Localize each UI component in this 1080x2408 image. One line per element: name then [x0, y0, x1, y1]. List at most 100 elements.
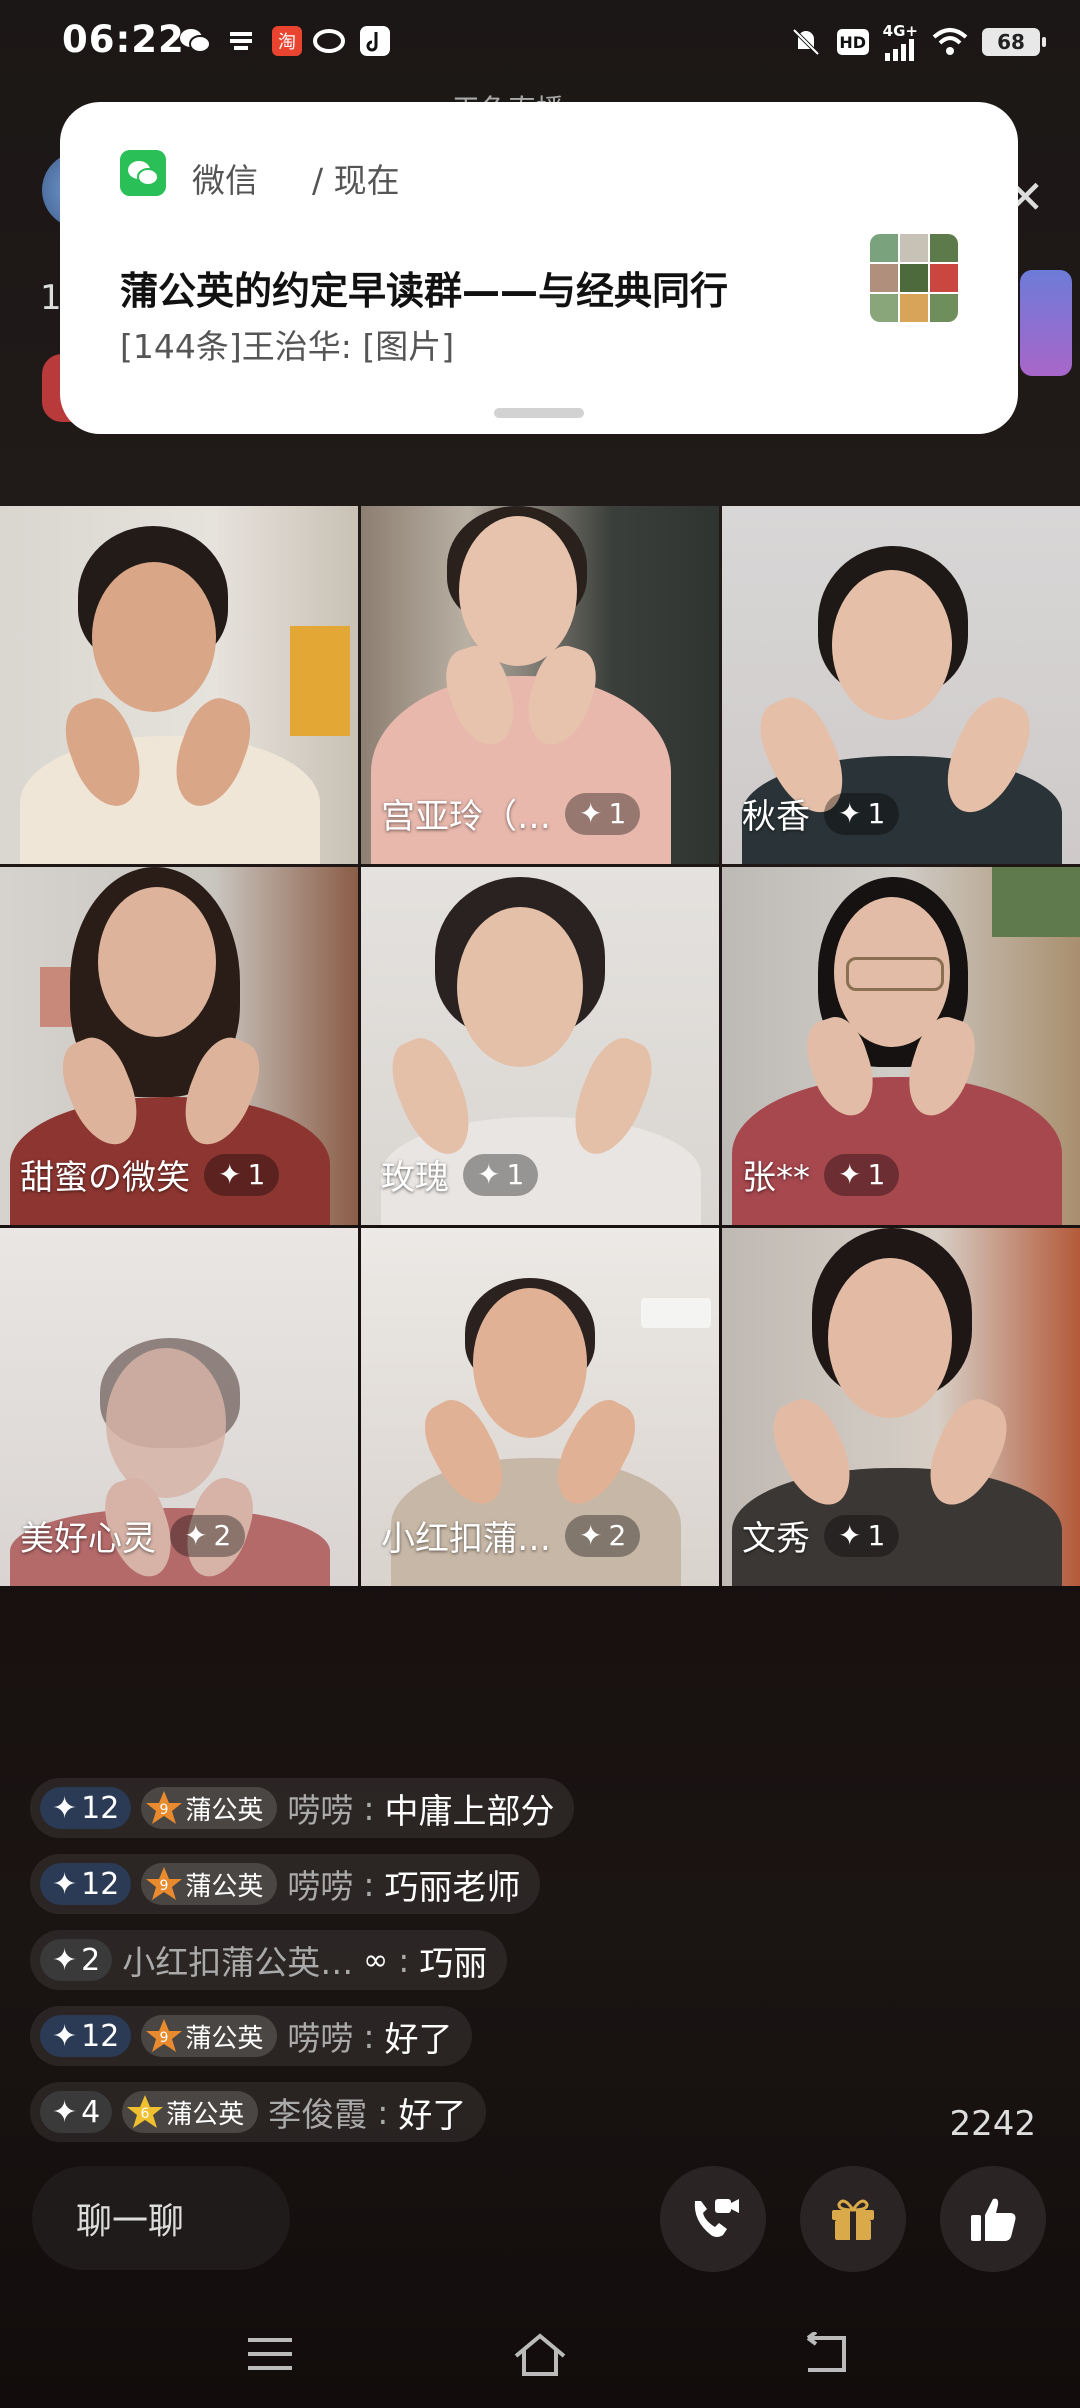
activity-banner[interactable]: [1020, 270, 1072, 376]
video-tile[interactable]: 玫瑰 ✦ 1: [361, 867, 719, 1225]
gift-icon: [832, 2199, 874, 2240]
video-grid: 宫亚玲（… ✦ 1 秋香 ✦ 1 甜蜜の微笑 ✦ 1 玫瑰 ✦ 1 张** ✦ …: [0, 506, 1080, 1586]
wechat-notification[interactable]: 微信 / 现在 蒲公英的约定早读群——与经典同行 [144条]王治华: [图片]: [60, 102, 1018, 434]
menu-icon: [248, 2338, 292, 2370]
chat-text: 巧丽老师: [384, 1867, 521, 1908]
sparkle-icon: ✦: [218, 1158, 242, 1191]
participant-count-badge: ✦ 1: [204, 1153, 280, 1196]
sparkle-icon: ✦: [52, 2094, 78, 2130]
chat-text: 好了: [384, 2019, 453, 2060]
svg-text:6: 6: [141, 2106, 150, 2122]
taobao-status-icon: 淘: [272, 26, 302, 56]
infinity-icon: ∞: [363, 1942, 389, 1978]
video-tile[interactable]: 秋香 ✦ 1: [722, 506, 1080, 864]
fan-star-icon: 9: [146, 1867, 183, 1900]
sparkle-icon: ✦: [52, 1866, 78, 1902]
mute-bell-icon: [792, 28, 820, 56]
air-conditioner: [641, 1298, 711, 1328]
chat-message[interactable]: ✦ 4 6 蒲公英 李俊霞 : 好了: [30, 2082, 487, 2142]
sparkle-icon: ✦: [579, 797, 603, 830]
user-level-badge: ✦ 2: [40, 1939, 113, 1981]
chat-username: 唠唠: [287, 2019, 354, 2058]
battery-indicator: 68: [982, 28, 1046, 56]
group-avatar-thumbnail: [870, 234, 958, 322]
fan-star-icon: 9: [146, 2019, 183, 2052]
chat-input-button[interactable]: 聊一聊: [32, 2166, 290, 2270]
video-tile[interactable]: 小红扣蒲… ✦ 2: [361, 1228, 719, 1586]
notification-title: 蒲公英的约定早读群——与经典同行: [120, 269, 729, 313]
fan-star-icon: 9: [146, 1791, 183, 1824]
participant-label: 美好心灵 ✦ 2: [20, 1511, 246, 1560]
wall-poster: [290, 626, 350, 736]
app-status-icon: [230, 32, 252, 50]
viewer-count-partial: 1: [40, 278, 62, 318]
chat-message[interactable]: ✦ 12 9 蒲公英 唠唠 : 中庸上部分: [30, 1778, 575, 1838]
svg-text:9: 9: [160, 1802, 169, 1818]
svg-text:9: 9: [160, 1878, 169, 1894]
participant-label: 小红扣蒲… ✦ 2: [381, 1511, 641, 1560]
notification-app-name: 微信: [192, 161, 258, 200]
chat-message[interactable]: ✦ 2 小红扣蒲公英… ∞ : 巧丽: [30, 1930, 508, 1990]
fan-club-badge: 9 蒲公英: [141, 2015, 278, 2057]
wechat-status-icon: [180, 29, 211, 53]
sparkle-icon: ✦: [838, 1158, 862, 1191]
participant-label: 宫亚玲（… ✦ 1: [381, 789, 641, 838]
user-level-badge: ✦ 12: [40, 1787, 132, 1829]
participant-label: 甜蜜の微笑 ✦ 1: [20, 1150, 280, 1199]
participant-count-badge: ✦ 1: [824, 792, 900, 835]
sparkle-icon: ✦: [838, 797, 862, 830]
participant-count-badge: ✦ 1: [463, 1153, 539, 1196]
sparkle-icon: ✦: [477, 1158, 501, 1191]
network-type-label: 4G+: [882, 21, 918, 40]
user-level-badge: ✦ 4: [40, 2091, 113, 2133]
participant-name: 甜蜜の微笑: [20, 1158, 190, 1198]
douyin-status-icon: [360, 26, 390, 56]
video-tile[interactable]: 文秀 ✦ 1: [722, 1228, 1080, 1586]
chat-username: 小红扣蒲公英…: [122, 1943, 354, 1982]
video-tile[interactable]: 甜蜜の微笑 ✦ 1: [0, 867, 358, 1225]
status-time: 06:22: [62, 18, 185, 61]
status-bar: 06:22 淘 HD 4G+ 68: [0, 0, 1080, 84]
plant-decoration: [992, 867, 1080, 937]
chat-username: 李俊霞: [268, 2095, 368, 2134]
participant-count-badge: ✦ 1: [824, 1153, 900, 1196]
wechat-app-icon: [120, 150, 166, 196]
participant-count-badge: ✦ 1: [565, 792, 641, 835]
home-button[interactable]: [510, 2326, 570, 2382]
chat-message[interactable]: ✦ 12 9 蒲公英 唠唠 : 巧丽老师: [30, 1854, 541, 1914]
chat-text: 中庸上部分: [384, 1791, 555, 1832]
video-call-button[interactable]: [660, 2166, 766, 2272]
notification-body: [144条]王治华: [图片]: [120, 327, 455, 366]
video-tile[interactable]: 美好心灵 ✦ 2: [0, 1228, 358, 1586]
svg-text:9: 9: [160, 2030, 169, 2046]
notification-drag-handle[interactable]: [494, 408, 584, 418]
participant-label: 秋香 ✦ 1: [742, 789, 900, 838]
back-button[interactable]: [796, 2326, 856, 2382]
participant-label: 玫瑰 ✦ 1: [381, 1150, 539, 1199]
sparkle-icon: ✦: [52, 1942, 78, 1978]
like-button[interactable]: [940, 2166, 1046, 2272]
video-tile[interactable]: 张** ✦ 1: [722, 867, 1080, 1225]
participant-count-badge: ✦ 2: [565, 1514, 641, 1557]
user-level-badge: ✦ 12: [40, 2015, 132, 2057]
chat-text: 好了: [398, 2095, 467, 2136]
chat-username: 唠唠: [287, 1791, 354, 1830]
sparkle-icon: ✦: [838, 1519, 862, 1552]
thumbs-up-icon: [971, 2198, 1016, 2241]
fan-star-icon: 6: [127, 2095, 164, 2128]
kuaishou-status-icon: [313, 29, 345, 53]
video-tile[interactable]: [0, 506, 358, 864]
recent-apps-button[interactable]: [240, 2326, 300, 2382]
sparkle-icon: ✦: [184, 1519, 208, 1552]
chat-message[interactable]: ✦ 12 9 蒲公英 唠唠 : 好了: [30, 2006, 473, 2066]
gift-button[interactable]: [800, 2166, 906, 2272]
participant-name: 玫瑰: [381, 1158, 449, 1198]
chat-username: 唠唠: [287, 1867, 354, 1906]
status-right-icons: HD 4G+ 68: [789, 21, 1046, 62]
participant-count-badge: ✦ 1: [824, 1514, 900, 1557]
video-tile[interactable]: 宫亚玲（… ✦ 1: [361, 506, 719, 864]
fan-club-badge: 9 蒲公英: [141, 1863, 278, 1905]
participant-name: 秋香: [742, 797, 810, 837]
chat-text: 巧丽: [419, 1943, 488, 1984]
hd-badge: HD: [836, 29, 869, 55]
